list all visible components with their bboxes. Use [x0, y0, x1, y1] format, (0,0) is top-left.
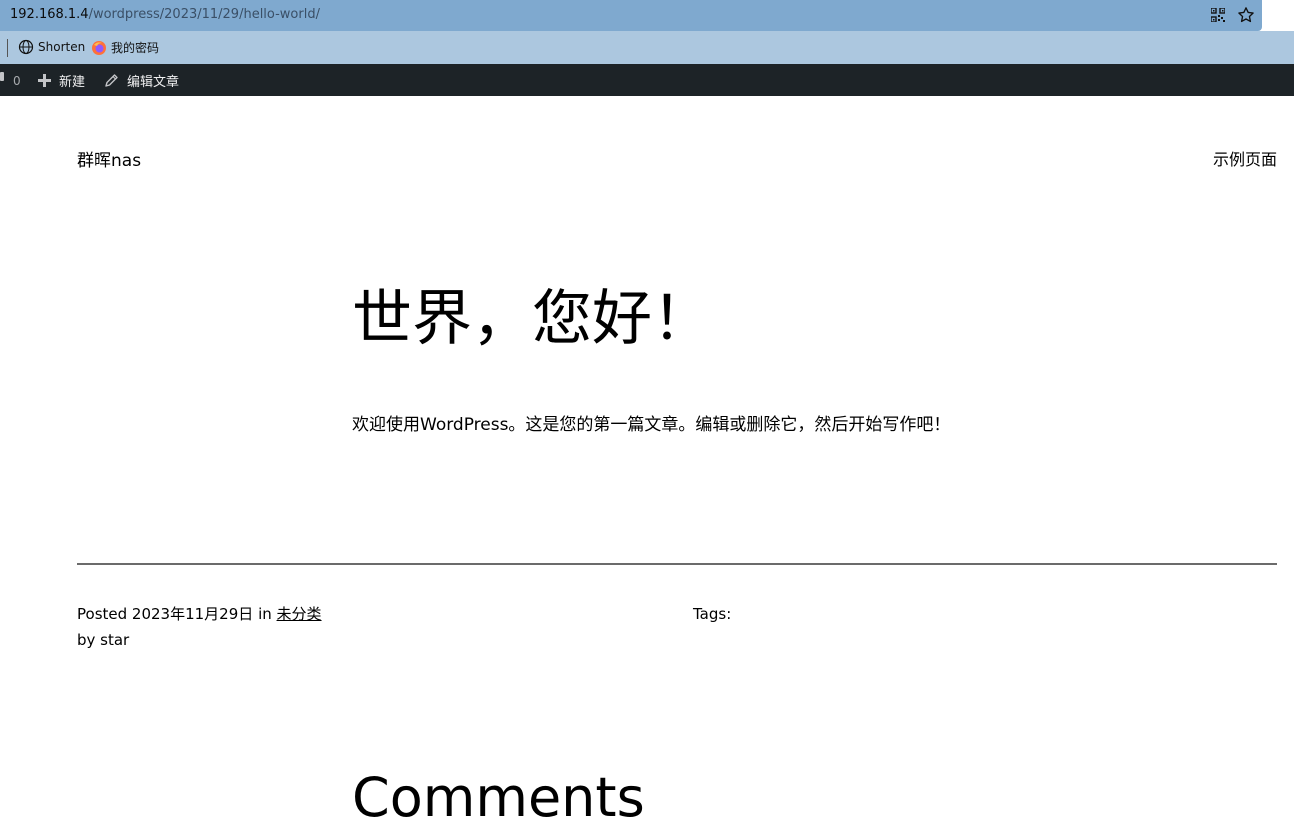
post-body: 欢迎使用WordPress。这是您的第一篇文章。编辑或删除它，然后开始写作吧！ [352, 415, 951, 435]
posted-prefix: Posted [77, 605, 128, 623]
comments-heading: Comments [352, 766, 645, 829]
address-bar[interactable]: 192.168.1.4/wordpress/2023/11/29/hello-w… [0, 0, 1262, 31]
bookmark-label: 我的密码 [111, 41, 160, 55]
firefox-icon [92, 40, 106, 55]
new-content-menu[interactable]: 新建 [38, 64, 85, 96]
edit-post-link[interactable]: 编辑文章 [104, 64, 179, 96]
wp-admin-bar: 0 新建 编辑文章 [0, 64, 1294, 96]
post-author: by star [77, 631, 130, 649]
bookmarks-separator [7, 39, 8, 57]
bookmark-label: Shorten [38, 40, 86, 54]
qr-code-icon[interactable] [1211, 8, 1225, 22]
in-label: in [258, 605, 272, 623]
url-text[interactable]: 192.168.1.4/wordpress/2023/11/29/hello-w… [10, 7, 320, 22]
url-path: /wordpress/2023/11/29/hello-world/ [88, 7, 320, 22]
star-icon[interactable] [1237, 6, 1255, 24]
category-link[interactable]: 未分类 [277, 605, 322, 623]
plus-icon [38, 73, 51, 87]
post-tags: Tags: [693, 601, 731, 627]
url-host: 192.168.1.4 [10, 7, 89, 22]
post-meta: Posted 2023年11月29日 in 未分类 by star [77, 601, 322, 653]
divider [77, 563, 1277, 565]
edit-label: 编辑文章 [127, 74, 180, 90]
site-title[interactable]: 群晖nas [77, 146, 141, 171]
bookmark-passwords[interactable]: 我的密码 [91, 39, 159, 56]
bookmarks-bar: Shorten 我的密码 [0, 31, 1294, 64]
tags-label: Tags: [693, 605, 732, 623]
nav-link-sample-page[interactable]: 示例页面 [1213, 146, 1277, 170]
pencil-icon [105, 73, 118, 87]
new-label: 新建 [59, 74, 86, 90]
comment-icon[interactable] [0, 72, 4, 81]
post-date: 2023年11月29日 [131, 605, 254, 623]
globe-icon [18, 39, 34, 55]
comment-count[interactable]: 0 [13, 74, 21, 88]
bookmark-shorten[interactable]: Shorten [18, 39, 85, 55]
post-title: 世界，您好！ [352, 284, 712, 354]
